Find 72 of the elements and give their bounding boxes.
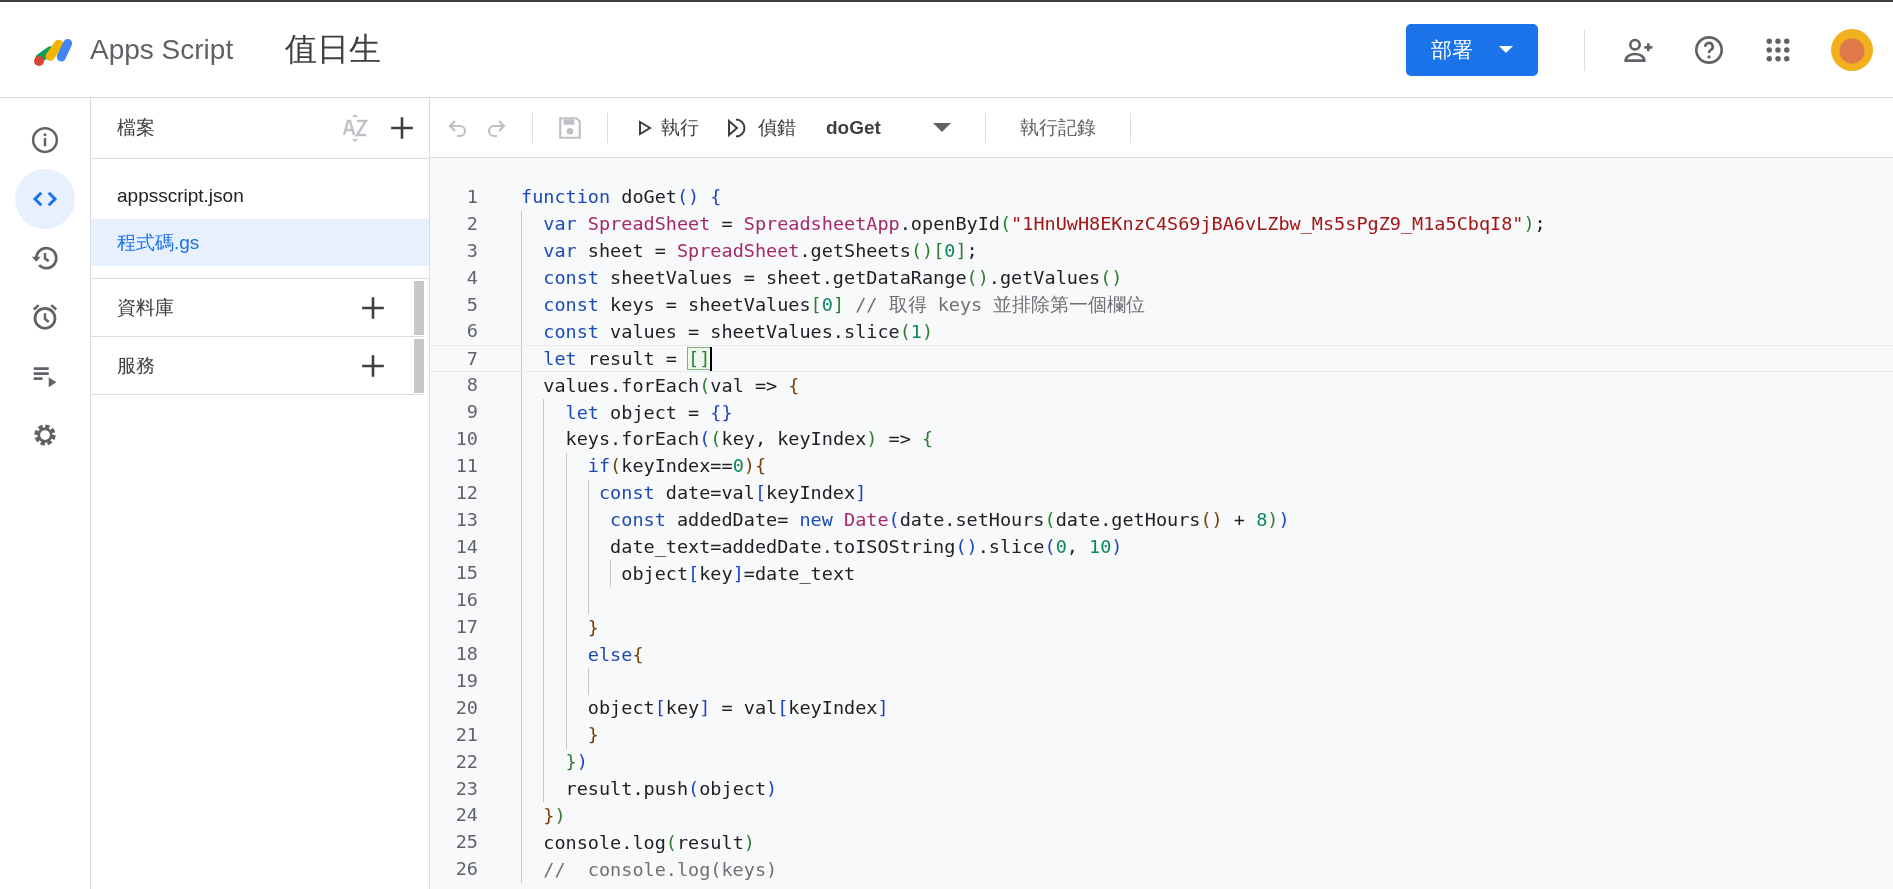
function-dropdown[interactable]: doGet (816, 112, 961, 143)
line-number: 11 (454, 453, 478, 478)
execution-log-button[interactable]: 執行記錄 (1009, 110, 1106, 145)
line-number: 26 (454, 857, 478, 882)
line-number: 20 (454, 695, 478, 720)
debug-button[interactable]: 偵錯 (719, 110, 802, 145)
line-number: 22 (454, 749, 478, 774)
code-line: keys.forEach((key, keyIndex) => { (564, 428, 934, 451)
line-number: 15 (454, 561, 478, 586)
caret-icon (932, 123, 951, 132)
line-number: 3 (465, 238, 478, 263)
scrollbar[interactable] (414, 280, 424, 335)
code-line: const keys = sheetValues[0] // 取得 keys 並排除第一個欄位 (542, 294, 1146, 316)
add-icon[interactable] (360, 352, 386, 379)
code-line: const sheetValues = sheet.getDataRange().getValues() (542, 267, 1123, 290)
line-number: 23 (454, 776, 478, 801)
code-line: // console.log(keys) (542, 858, 778, 881)
line-number: 9 (465, 400, 478, 425)
line-number: 7 (465, 347, 478, 372)
app-name: Apps Script (90, 33, 234, 66)
run-button[interactable]: 執行 (632, 110, 705, 145)
code-line: object[key]=date_text (620, 562, 856, 585)
line-number: 16 (454, 588, 478, 613)
code-line: else{ (586, 643, 644, 666)
caret-icon (1499, 46, 1513, 53)
file-item[interactable]: appsscript.json (91, 172, 429, 219)
code-line: }) (542, 804, 566, 827)
files-heading: 檔案 (117, 116, 155, 140)
deploy-button[interactable]: 部署 (1406, 23, 1538, 76)
help-icon[interactable] (1693, 33, 1725, 66)
line-number: 18 (454, 642, 478, 667)
code-line: let result = [] (542, 347, 711, 370)
section-heading: 資料庫 (117, 295, 175, 320)
line-number: 12 (454, 480, 478, 505)
file-item[interactable]: 程式碼.gs (91, 219, 429, 266)
play-icon (638, 119, 652, 136)
line-number: 10 (454, 427, 478, 451)
code-line: console.log(result) (542, 831, 755, 854)
add-icon[interactable] (360, 294, 386, 321)
line-number: 25 (454, 830, 478, 855)
code-line: } (586, 616, 599, 639)
add-icon[interactable] (389, 115, 415, 141)
avatar[interactable] (1831, 28, 1873, 71)
section-heading: 服務 (117, 353, 156, 378)
line-number: 21 (454, 722, 478, 747)
line-number: 19 (454, 669, 478, 694)
code-line: }) (564, 751, 588, 774)
line-number: 2 (465, 211, 478, 236)
line-number: 13 (454, 507, 478, 532)
project-title[interactable]: 值日生 (285, 27, 382, 72)
line-number: 4 (465, 265, 478, 290)
line-number: 6 (465, 319, 478, 344)
code-line: values.forEach(val => { (542, 374, 800, 397)
code-line: var sheet = SpreadSheet.getSheets()[0]; (542, 240, 978, 263)
code-line: if(keyIndex==0){ (586, 455, 767, 478)
line-number: 17 (454, 615, 478, 640)
code-line: const addedDate= new Date(date.setHours(date.getHours() + 8)) (609, 509, 1290, 532)
line-number: 14 (454, 534, 478, 559)
code-line: } (586, 724, 599, 747)
code-line: function doGet() { (521, 186, 722, 209)
code-line: object[key] = val[keyIndex] (586, 697, 889, 720)
code-line: const date=val[keyIndex] (597, 482, 867, 505)
line-number: 8 (465, 373, 478, 398)
code-line: result.push(object) (564, 778, 778, 801)
code-line: let object = {} (564, 401, 733, 424)
line-number: 1 (465, 185, 478, 209)
code-line: var SpreadSheet = SpreadsheetApp.openById("1HnUwH8EKnzC4S69jBA6vLZbw_Ms5sPgZ9_M1a5CbqI8"); (542, 213, 1546, 236)
line-number: 5 (465, 292, 478, 317)
code-line: const values = sheetValues.slice(1) (542, 320, 934, 343)
scrollbar[interactable] (414, 338, 424, 393)
line-number: 24 (454, 803, 478, 828)
code-line: date_text=addedDate.toISOString().slice(0, 10) (609, 536, 1123, 558)
